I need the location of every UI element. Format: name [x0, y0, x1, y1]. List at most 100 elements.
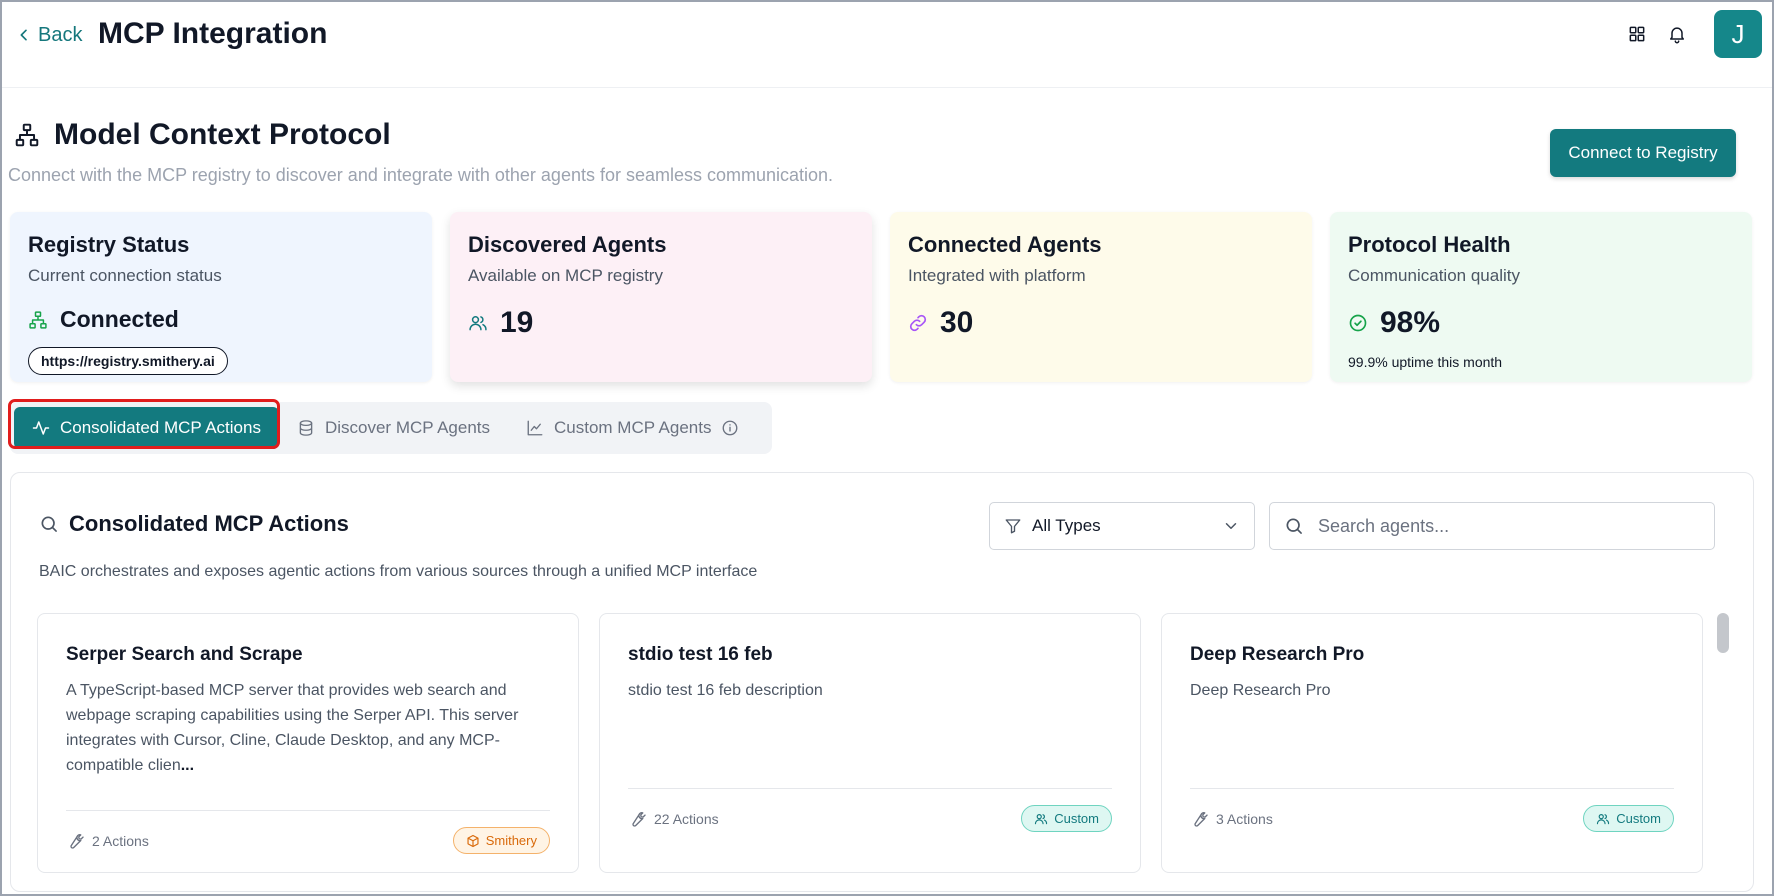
consolidated-actions-panel: Consolidated MCP Actions BAIC orchestrat… [10, 472, 1754, 892]
actions-count: 2 Actions [66, 832, 149, 850]
search-icon [41, 516, 57, 532]
panel-subtitle: BAIC orchestrates and exposes agentic ac… [39, 563, 758, 580]
info-icon[interactable] [721, 419, 739, 437]
badge-label: Smithery [485, 833, 537, 848]
back-button[interactable]: Back [16, 22, 82, 48]
connected-agents-card: Connected Agents Integrated with platfor… [890, 212, 1312, 382]
search-icon [1286, 518, 1302, 534]
stat-value: Connected [28, 306, 414, 333]
actions-count: 3 Actions [1190, 810, 1273, 828]
line-chart-icon [527, 420, 543, 436]
search-input[interactable] [1318, 515, 1700, 537]
stat-title: Protocol Health [1348, 232, 1511, 257]
registry-url-badge: https://registry.smithery.ai [28, 347, 228, 375]
actions-count: 22 Actions [628, 810, 719, 828]
stat-subtitle: Communication quality [1348, 266, 1520, 285]
connected-agents-value: 30 [940, 306, 974, 339]
panel-title: Consolidated MCP Actions [69, 511, 349, 536]
badge-label: Custom [1054, 811, 1099, 826]
users-icon [469, 316, 487, 331]
users-icon [1035, 813, 1048, 824]
card-title: stdio test 16 feb [628, 644, 773, 665]
actions-label: 22 Actions [654, 810, 719, 827]
protocol-health-value: 98% [1380, 306, 1441, 339]
stat-value: 30 [908, 306, 1294, 340]
user-avatar[interactable]: J [1714, 10, 1762, 58]
protocol-health-card: Protocol Health Communication quality 98… [1330, 212, 1752, 382]
cards-scrollbar[interactable] [1717, 613, 1729, 873]
top-icons: J [1626, 10, 1762, 58]
card-description: stdio test 16 feb description [628, 682, 823, 699]
stat-title: Connected Agents [908, 232, 1102, 257]
stat-subtitle: Available on MCP registry [468, 266, 663, 285]
tab-label: Discover MCP Agents [324, 418, 490, 437]
tab-consolidated-mcp-actions[interactable]: Consolidated MCP Actions [14, 407, 279, 449]
card-description-text: A TypeScript-based MCP server that provi… [66, 682, 519, 774]
tab-discover-mcp-agents[interactable]: Discover MCP Agents [279, 407, 508, 449]
section-subtitle: Connect with the MCP registry to discove… [8, 165, 834, 185]
apps-grid-button[interactable] [1626, 23, 1648, 45]
actions-label: 2 Actions [92, 832, 149, 849]
wrench-icon [632, 811, 646, 827]
tab-label: Consolidated MCP Actions [60, 418, 261, 437]
actions-label: 3 Actions [1216, 810, 1273, 827]
scrollbar-thumb[interactable] [1717, 613, 1729, 653]
network-icon [15, 123, 39, 147]
app-window: Back MCP Integration J Model Context Pro… [0, 0, 1774, 896]
registry-status-value: Connected [60, 306, 179, 332]
section-title: Model Context Protocol [54, 118, 391, 151]
card-description: A TypeScript-based MCP server that provi… [66, 678, 536, 782]
read-more-link[interactable]: ... [181, 757, 194, 774]
panel-heading: Consolidated MCP Actions [39, 511, 349, 537]
stat-title: Registry Status [28, 232, 190, 257]
card-title: Serper Search and Scrape [66, 644, 303, 665]
search-field[interactable] [1269, 502, 1715, 550]
package-icon [467, 834, 479, 847]
stats-row: Registry Status Current connection statu… [10, 212, 1752, 382]
stat-value: 19 [468, 306, 854, 340]
uptime-note: 99.9% uptime this month [1348, 354, 1503, 370]
stat-subtitle: Current connection status [28, 266, 222, 285]
link-icon [909, 314, 927, 332]
card-title: Deep Research Pro [1190, 644, 1365, 665]
activity-icon [32, 421, 50, 435]
tab-custom-mcp-agents[interactable]: Custom MCP Agents [508, 407, 757, 449]
source-badge-custom: Custom [1021, 805, 1112, 832]
wrench-icon [1194, 811, 1208, 827]
tab-label: Custom MCP Agents [554, 418, 712, 437]
grid-icon [1629, 26, 1645, 42]
card-description: Deep Research Pro [1190, 682, 1331, 699]
source-badge-smithery: Smithery [452, 827, 550, 854]
check-circle-icon [1349, 314, 1367, 332]
discovered-agents-value: 19 [500, 306, 534, 339]
discovered-agents-card: Discovered Agents Available on MCP regis… [450, 212, 872, 382]
database-icon [299, 420, 313, 436]
card-footer: 2 Actions Smithery [66, 810, 550, 854]
filter-icon [1005, 519, 1021, 534]
action-card[interactable]: Serper Search and Scrape A TypeScript-ba… [37, 613, 579, 873]
registry-status-card: Registry Status Current connection statu… [10, 212, 432, 382]
stat-value: 98% [1348, 306, 1734, 340]
action-cards: Serper Search and Scrape A TypeScript-ba… [37, 613, 1703, 873]
connect-to-registry-button[interactable]: Connect to Registry [1550, 129, 1736, 177]
notifications-button[interactable] [1666, 23, 1688, 45]
card-footer: 3 Actions Custom [1190, 788, 1674, 832]
stat-subtitle: Integrated with platform [908, 266, 1086, 285]
filter-value: All Types [1032, 516, 1101, 535]
chevron-left-icon [20, 29, 27, 41]
bell-icon [1670, 27, 1684, 44]
section-heading: Model Context Protocol [14, 118, 391, 152]
back-label: Back [38, 23, 83, 46]
source-badge-custom: Custom [1583, 805, 1674, 832]
badge-label: Custom [1616, 811, 1661, 826]
stat-title: Discovered Agents [468, 232, 667, 257]
top-bar: Back MCP Integration J [2, 2, 1772, 88]
users-icon [1597, 813, 1610, 824]
page-title: MCP Integration [98, 17, 328, 50]
chevron-down-icon [1225, 523, 1237, 529]
tab-bar: Consolidated MCP Actions Discover MCP Ag… [10, 402, 772, 454]
network-icon [29, 310, 47, 329]
action-card[interactable]: stdio test 16 feb stdio test 16 feb desc… [599, 613, 1141, 873]
action-card[interactable]: Deep Research Pro Deep Research Pro 3 Ac… [1161, 613, 1703, 873]
type-filter-select[interactable]: All Types [989, 502, 1255, 550]
